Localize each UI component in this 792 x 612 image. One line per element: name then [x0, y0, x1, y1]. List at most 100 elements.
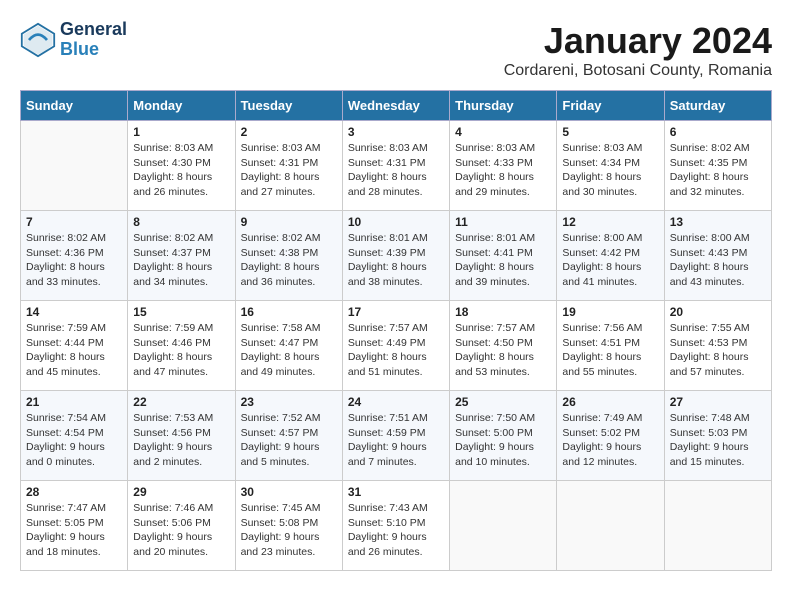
- day-number: 23: [241, 395, 337, 409]
- day-info: Sunrise: 8:02 AMSunset: 4:36 PMDaylight:…: [26, 231, 122, 290]
- day-number: 13: [670, 215, 766, 229]
- day-number: 7: [26, 215, 122, 229]
- header-row: SundayMondayTuesdayWednesdayThursdayFrid…: [21, 91, 772, 121]
- calendar-cell: 17Sunrise: 7:57 AMSunset: 4:49 PMDayligh…: [342, 301, 449, 391]
- calendar-cell: 29Sunrise: 7:46 AMSunset: 5:06 PMDayligh…: [128, 481, 235, 571]
- day-info: Sunrise: 8:02 AMSunset: 4:35 PMDaylight:…: [670, 141, 766, 200]
- day-info: Sunrise: 8:01 AMSunset: 4:39 PMDaylight:…: [348, 231, 444, 290]
- calendar-cell: [664, 481, 771, 571]
- header-cell-tuesday: Tuesday: [235, 91, 342, 121]
- day-info: Sunrise: 7:49 AMSunset: 5:02 PMDaylight:…: [562, 411, 658, 470]
- day-number: 24: [348, 395, 444, 409]
- day-number: 29: [133, 485, 229, 499]
- day-info: Sunrise: 7:59 AMSunset: 4:44 PMDaylight:…: [26, 321, 122, 380]
- calendar-table: SundayMondayTuesdayWednesdayThursdayFrid…: [20, 90, 772, 571]
- day-info: Sunrise: 7:48 AMSunset: 5:03 PMDaylight:…: [670, 411, 766, 470]
- calendar-cell: 13 Sunrise: 8:00 AMSunset: 4:43 PMDayligh…: [664, 211, 771, 301]
- day-number: 6: [670, 125, 766, 139]
- day-info: Sunrise: 8:00 AMSunset: 4:42 PMDaylight:…: [562, 231, 658, 290]
- day-number: 3: [348, 125, 444, 139]
- calendar-cell: 18 Sunrise: 7:57 AMSunset: 4:50 PMDayligh…: [450, 301, 557, 391]
- calendar-cell: 31Sunrise: 7:43 AMSunset: 5:10 PMDayligh…: [342, 481, 449, 571]
- calendar-cell: 2 Sunrise: 8:03 AMSunset: 4:31 PMDaylight…: [235, 121, 342, 211]
- calendar-cell: 26 Sunrise: 7:49 AMSunset: 5:02 PMDayligh…: [557, 391, 664, 481]
- logo-line1: General: [60, 20, 127, 40]
- logo-icon: [20, 22, 56, 58]
- day-number: 18: [455, 305, 551, 319]
- page-header: General Blue January 2024 Cordareni, Bot…: [20, 20, 772, 80]
- day-number: 20: [670, 305, 766, 319]
- day-info: Sunrise: 7:55 AMSunset: 4:53 PMDaylight:…: [670, 321, 766, 380]
- calendar-cell: 21 Sunrise: 7:54 AMSunset: 4:54 PMDayligh…: [21, 391, 128, 481]
- title-block: January 2024 Cordareni, Botosani County,…: [504, 20, 772, 80]
- day-info: Sunrise: 8:03 AMSunset: 4:30 PMDaylight:…: [133, 141, 229, 200]
- calendar-cell: 1 Sunrise: 8:03 AMSunset: 4:30 PMDaylight…: [128, 121, 235, 211]
- calendar-cell: 7 Sunrise: 8:02 AMSunset: 4:36 PMDaylight…: [21, 211, 128, 301]
- day-number: 1: [133, 125, 229, 139]
- day-number: 22: [133, 395, 229, 409]
- day-info: Sunrise: 7:57 AMSunset: 4:49 PMDaylight:…: [348, 321, 444, 380]
- calendar-cell: 16Sunrise: 7:58 AMSunset: 4:47 PMDayligh…: [235, 301, 342, 391]
- day-number: 31: [348, 485, 444, 499]
- calendar-cell: 20 Sunrise: 7:55 AMSunset: 4:53 PMDayligh…: [664, 301, 771, 391]
- day-number: 12: [562, 215, 658, 229]
- day-number: 2: [241, 125, 337, 139]
- day-info: Sunrise: 7:54 AMSunset: 4:54 PMDaylight:…: [26, 411, 122, 470]
- day-number: 19: [562, 305, 658, 319]
- day-number: 21: [26, 395, 122, 409]
- day-number: 11: [455, 215, 551, 229]
- calendar-cell: 12 Sunrise: 8:00 AMSunset: 4:42 PMDayligh…: [557, 211, 664, 301]
- day-info: Sunrise: 7:47 AMSunset: 5:05 PMDaylight:…: [26, 501, 122, 560]
- calendar-cell: 22 Sunrise: 7:53 AMSunset: 4:56 PMDayligh…: [128, 391, 235, 481]
- header-cell-saturday: Saturday: [664, 91, 771, 121]
- calendar-title: January 2024: [504, 20, 772, 62]
- logo: General Blue: [20, 20, 127, 60]
- day-number: 27: [670, 395, 766, 409]
- calendar-cell: 10 Sunrise: 8:01 AMSunset: 4:39 PMDayligh…: [342, 211, 449, 301]
- calendar-cell: 11Sunrise: 8:01 AMSunset: 4:41 PMDayligh…: [450, 211, 557, 301]
- calendar-cell: 3 Sunrise: 8:03 AMSunset: 4:31 PMDaylight…: [342, 121, 449, 211]
- calendar-cell: 9 Sunrise: 8:02 AMSunset: 4:38 PMDaylight…: [235, 211, 342, 301]
- calendar-cell: 4 Sunrise: 8:03 AMSunset: 4:33 PMDaylight…: [450, 121, 557, 211]
- day-info: Sunrise: 8:03 AMSunset: 4:31 PMDaylight:…: [241, 141, 337, 200]
- calendar-cell: 8Sunrise: 8:02 AMSunset: 4:37 PMDaylight…: [128, 211, 235, 301]
- header-cell-thursday: Thursday: [450, 91, 557, 121]
- calendar-cell: 15 Sunrise: 7:59 AMSunset: 4:46 PMDayligh…: [128, 301, 235, 391]
- calendar-subtitle: Cordareni, Botosani County, Romania: [504, 62, 772, 80]
- header-cell-friday: Friday: [557, 91, 664, 121]
- day-number: 16: [241, 305, 337, 319]
- day-info: Sunrise: 8:03 AMSunset: 4:31 PMDaylight:…: [348, 141, 444, 200]
- day-number: 9: [241, 215, 337, 229]
- calendar-week-1: 1 Sunrise: 8:03 AMSunset: 4:30 PMDaylight…: [21, 121, 772, 211]
- calendar-cell: 23Sunrise: 7:52 AMSunset: 4:57 PMDayligh…: [235, 391, 342, 481]
- day-number: 26: [562, 395, 658, 409]
- day-info: Sunrise: 7:53 AMSunset: 4:56 PMDaylight:…: [133, 411, 229, 470]
- day-number: 28: [26, 485, 122, 499]
- day-info: Sunrise: 8:02 AMSunset: 4:38 PMDaylight:…: [241, 231, 337, 290]
- day-number: 10: [348, 215, 444, 229]
- day-info: Sunrise: 7:45 AMSunset: 5:08 PMDaylight:…: [241, 501, 337, 560]
- calendar-week-5: 28 Sunrise: 7:47 AMSunset: 5:05 PMDayligh…: [21, 481, 772, 571]
- calendar-cell: 25Sunrise: 7:50 AMSunset: 5:00 PMDayligh…: [450, 391, 557, 481]
- day-info: Sunrise: 7:57 AMSunset: 4:50 PMDaylight:…: [455, 321, 551, 380]
- day-info: Sunrise: 7:59 AMSunset: 4:46 PMDaylight:…: [133, 321, 229, 380]
- calendar-cell: 24 Sunrise: 7:51 AMSunset: 4:59 PMDayligh…: [342, 391, 449, 481]
- day-number: 5: [562, 125, 658, 139]
- calendar-cell: [21, 121, 128, 211]
- day-number: 15: [133, 305, 229, 319]
- day-number: 30: [241, 485, 337, 499]
- calendar-cell: 28 Sunrise: 7:47 AMSunset: 5:05 PMDayligh…: [21, 481, 128, 571]
- day-number: 4: [455, 125, 551, 139]
- day-info: Sunrise: 8:03 AMSunset: 4:33 PMDaylight:…: [455, 141, 551, 200]
- day-number: 8: [133, 215, 229, 229]
- calendar-cell: 30 Sunrise: 7:45 AMSunset: 5:08 PMDayligh…: [235, 481, 342, 571]
- logo-line2: Blue: [60, 40, 127, 60]
- calendar-week-3: 14 Sunrise: 7:59 AMSunset: 4:44 PMDayligh…: [21, 301, 772, 391]
- calendar-cell: 19Sunrise: 7:56 AMSunset: 4:51 PMDayligh…: [557, 301, 664, 391]
- calendar-cell: 6 Sunrise: 8:02 AMSunset: 4:35 PMDaylight…: [664, 121, 771, 211]
- header-cell-sunday: Sunday: [21, 91, 128, 121]
- day-info: Sunrise: 7:51 AMSunset: 4:59 PMDaylight:…: [348, 411, 444, 470]
- day-info: Sunrise: 8:00 AMSunset: 4:43 PMDaylight:…: [670, 231, 766, 290]
- day-number: 14: [26, 305, 122, 319]
- day-info: Sunrise: 7:50 AMSunset: 5:00 PMDaylight:…: [455, 411, 551, 470]
